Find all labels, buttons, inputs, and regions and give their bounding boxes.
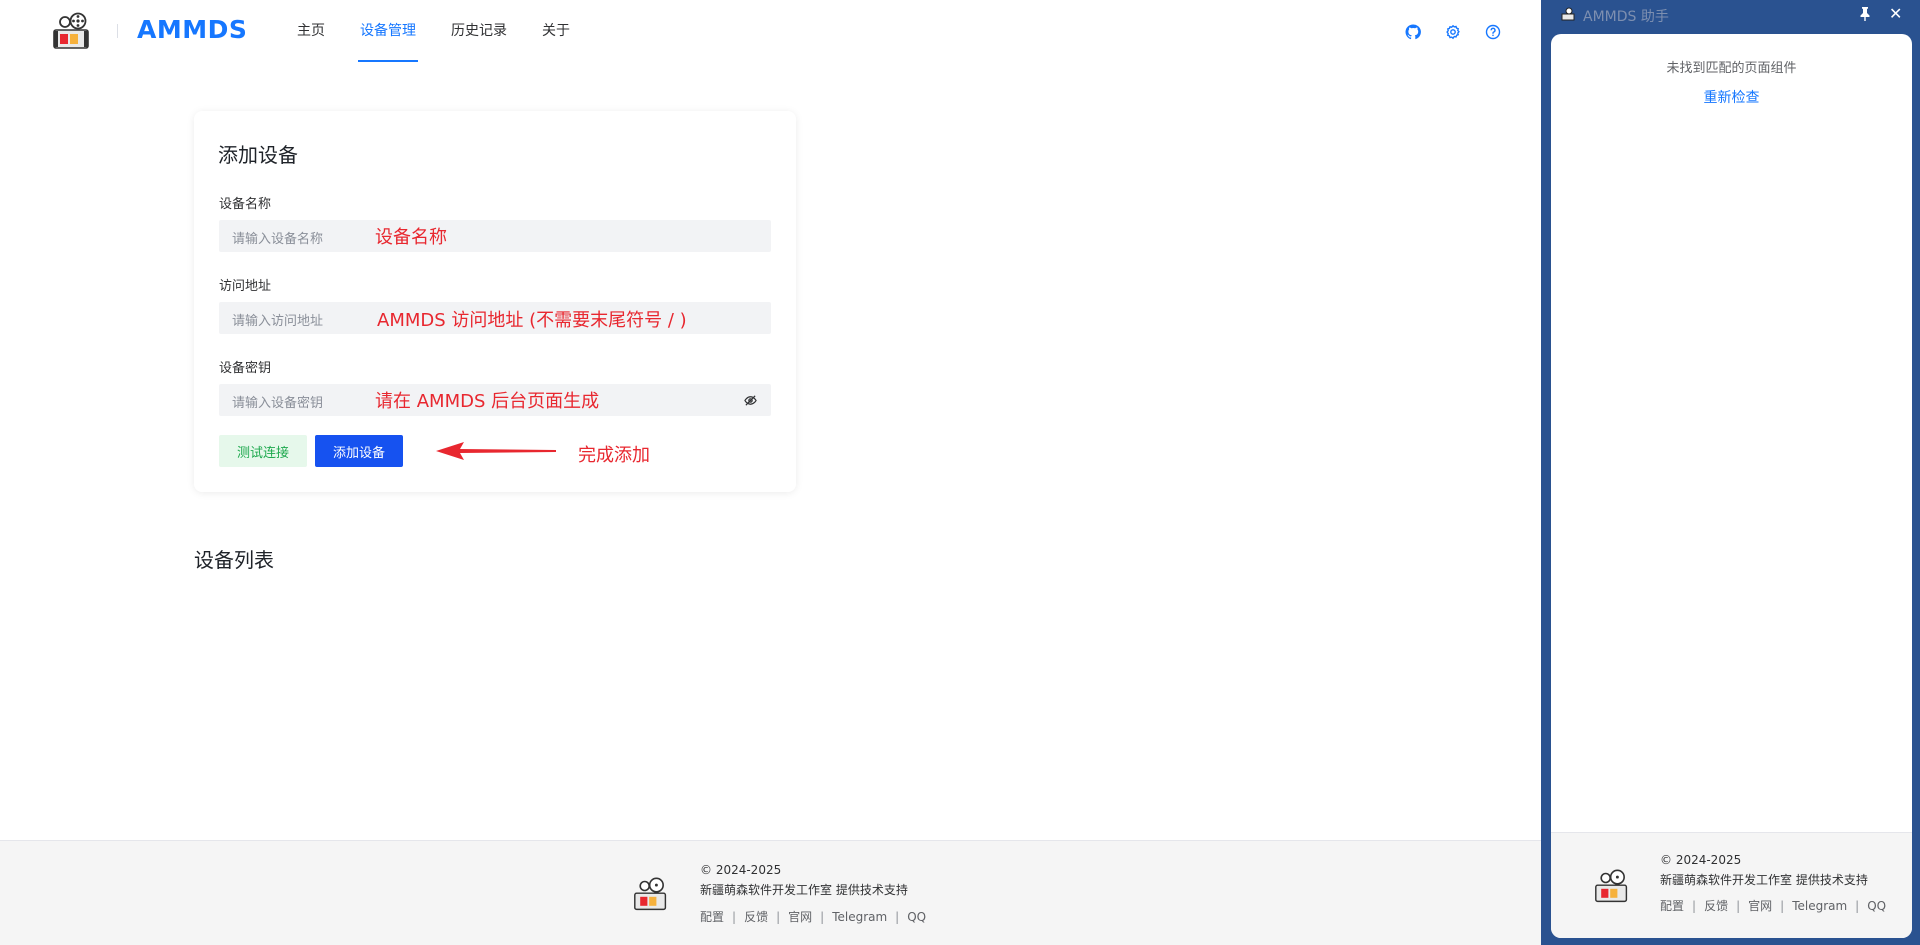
card-title: 添加设备 [218,143,298,167]
page-footer: © 2024-2025 新疆萌森软件开发工作室 提供技术支持 配置 | 反馈 | 官… [0,840,1541,945]
panel-body: 未找到匹配的页面组件 重新检查 © 2024-2025 新疆萌森软件开发工作室 … [1551,34,1912,938]
nav-history[interactable]: 历史记录 [451,0,507,62]
main-nav: 主页 设备管理 历史记录 关于 [297,0,605,62]
brand-title[interactable]: AMMDS [137,15,247,44]
device-key-annotation: 请在 AMMDS 后台页面生成 [375,391,600,412]
device-name-annotation: 设备名称 [375,227,447,248]
footer-support: 新疆萌森软件开发工作室 提供技术支持 [700,883,908,897]
access-url-annotation: AMMDS 访问地址 (不需要末尾符号 / ) [377,310,687,331]
settings-icon[interactable] [1445,24,1461,40]
help-icon[interactable] [1485,24,1501,40]
footer-logo-icon [634,877,667,911]
panel-titlebar: AMMDS 助手 ✕ [1541,0,1920,30]
panel-footer-logo-icon [1595,869,1628,903]
device-name-input[interactable]: 请输入设备名称 [219,220,771,252]
assistant-logo-icon [1561,7,1575,21]
panel-footer-link-telegram[interactable]: Telegram [1792,899,1847,913]
footer-links: 配置 | 反馈 | 官网 | Telegram | QQ [700,908,927,925]
nav-about[interactable]: 关于 [542,0,570,62]
close-icon[interactable]: ✕ [1889,6,1903,22]
footer-link-telegram[interactable]: Telegram [832,910,887,924]
device-name-placeholder: 请输入设备名称 [232,232,324,247]
panel-footer-link-qq[interactable]: QQ [1867,899,1886,913]
top-header: AMMDS 主页 设备管理 历史记录 关于 [0,0,1541,64]
pin-icon[interactable] [1858,6,1872,22]
access-url-placeholder: 请输入访问地址 [232,314,324,329]
complete-annotation: 完成添加 [578,445,650,466]
footer-link-config[interactable]: 配置 [700,908,724,925]
logo-divider [117,24,118,38]
github-icon[interactable] [1405,24,1421,40]
panel-footer-links: 配置 | 反馈 | 官网 | Telegram | QQ [1660,897,1887,914]
footer-copyright: © 2024-2025 [700,863,782,877]
red-arrow-icon [436,442,556,460]
panel-footer-link-feedback[interactable]: 反馈 [1704,897,1728,914]
assistant-panel: AMMDS 助手 ✕ 未找到匹配的页面组件 重新检查 © 2024-2025 新… [1541,0,1920,945]
panel-footer: © 2024-2025 新疆萌森软件开发工作室 提供技术支持 配置 | 反馈 | 官… [1551,832,1912,938]
panel-footer-link-website[interactable]: 官网 [1748,897,1772,914]
footer-link-qq[interactable]: QQ [907,910,926,924]
nav-device-management[interactable]: 设备管理 [358,0,418,62]
access-url-label: 访问地址 [219,279,272,294]
recheck-button[interactable]: 重新检查 [1551,87,1912,107]
device-key-label: 设备密钥 [219,361,272,376]
add-device-card: 添加设备 设备名称 请输入设备名称 设备名称 访问地址 请输入访问地址 AMMD… [194,111,796,492]
no-component-message: 未找到匹配的页面组件 [1666,61,1797,76]
logo-icon[interactable] [52,12,92,52]
device-list-title: 设备列表 [194,548,274,572]
panel-footer-copyright: © 2024-2025 [1660,853,1742,867]
footer-link-feedback[interactable]: 反馈 [744,908,768,925]
panel-footer-link-config[interactable]: 配置 [1660,897,1684,914]
device-key-placeholder: 请输入设备密钥 [232,396,324,411]
test-connection-button[interactable]: 测试连接 [219,435,307,467]
panel-footer-support: 新疆萌森软件开发工作室 提供技术支持 [1660,873,1868,887]
device-name-label: 设备名称 [219,197,272,212]
eye-off-icon[interactable] [744,394,757,407]
nav-home[interactable]: 主页 [297,0,325,62]
panel-title: AMMDS 助手 [1583,9,1669,25]
add-device-button[interactable]: 添加设备 [315,435,403,467]
main-area: AMMDS 主页 设备管理 历史记录 关于 添加设备 设备名称 请输入设备名称 … [0,0,1541,945]
footer-link-website[interactable]: 官网 [788,908,812,925]
